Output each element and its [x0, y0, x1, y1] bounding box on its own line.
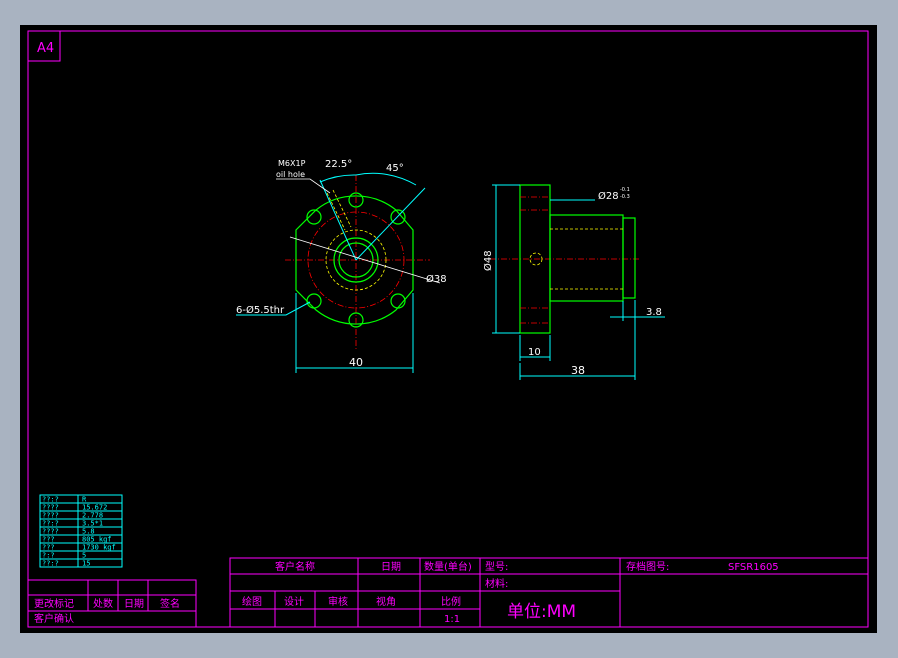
spec-row-label: ??:?	[42, 560, 59, 568]
total-len-label: 38	[571, 364, 585, 377]
spec-row-label: ?:?	[42, 552, 55, 560]
rev-date-label: 日期	[124, 598, 144, 610]
archive-no-value: SFSR1605	[728, 562, 779, 573]
side-body	[549, 214, 624, 302]
spec-row-value: 805 kgf	[82, 536, 112, 544]
spec-table: ??:? R???? 15.672???? 2.778??:? 3.5*1???? 5.8…	[39, 494, 123, 568]
cad-sheet: A4 22.5° 45° M6X1P oil hole Ø38 6-Ø5.5th…	[27, 30, 869, 628]
front-view: 22.5° 45° M6X1P oil hole Ø38 6-Ø5.5thr 4…	[236, 159, 447, 373]
side-view: Ø48 Ø28 -0.1 -0.3 10 38 3.8	[482, 184, 665, 380]
groove-label: 3.8	[646, 307, 662, 318]
angle-arc-22	[319, 174, 357, 183]
spec-row-value: 15	[82, 560, 90, 568]
body-tol-upper: -0.1	[620, 187, 630, 193]
drawn-label: 绘图	[242, 595, 262, 608]
spec-row-value: 2.778	[82, 512, 103, 520]
view-angle-label: 视角	[376, 595, 396, 608]
spec-row-value: 5	[82, 552, 86, 560]
division-label: 处数	[93, 597, 113, 610]
change-mark-label: 更改标记	[34, 597, 74, 610]
scale-label: 比例	[441, 595, 461, 608]
spec-row-value: 15.672	[82, 504, 107, 512]
model-label: 型号:	[485, 560, 508, 573]
spec-rows: ??:? R???? 15.672???? 2.778??:? 3.5*1???? 5.8…	[40, 496, 122, 568]
customer-name-label: 客户名称	[275, 560, 315, 573]
unit-label: 单位:MM	[507, 602, 576, 622]
archive-no-label: 存档图号:	[626, 560, 669, 573]
bolt-hole-lower-left	[306, 293, 322, 309]
angle-22-label: 22.5°	[325, 159, 352, 170]
spec-row-value: R	[82, 496, 87, 504]
body-tol-lower: -0.3	[620, 194, 630, 200]
spec-row-label: ????	[42, 512, 59, 520]
quantity-label: 数量(单台)	[424, 560, 472, 573]
revision-block: 更改标记 处数 日期 签名 客户确认	[27, 579, 197, 628]
flange-thk-label: 10	[528, 347, 541, 358]
customer-confirm-label: 客户确认	[34, 612, 74, 625]
spec-row-label: ??:?	[42, 496, 59, 504]
spec-row-value: 5.8	[82, 528, 95, 536]
holes-label: 6-Ø5.5thr	[236, 304, 285, 316]
angle-ext-45	[355, 187, 426, 261]
angle-arc-45	[355, 172, 417, 186]
oil-hole-line-2	[332, 189, 352, 228]
spec-row-value: 3.5*1	[82, 520, 103, 528]
spec-row-label: ????	[42, 504, 59, 512]
design-label: 设计	[284, 595, 304, 608]
drawing-canvas[interactable]: A4 22.5° 45° M6X1P oil hole Ø38 6-Ø5.5th…	[20, 25, 877, 633]
width-label: 40	[349, 356, 363, 369]
spec-row-label: ??:?	[42, 520, 59, 528]
side-end-groove	[622, 217, 636, 299]
oil-hole-label-1: M6X1P	[278, 159, 306, 168]
flange-dia-label: Ø48	[482, 250, 494, 271]
spec-row-label: ???	[42, 544, 55, 552]
review-label: 审核	[328, 595, 348, 608]
material-label: 材料:	[485, 577, 508, 590]
angle-45-label: 45°	[386, 163, 404, 174]
bolt-circle-dia-label: Ø38	[426, 273, 447, 285]
title-date-label: 日期	[381, 561, 401, 573]
scale-value: 1:1	[444, 614, 460, 625]
oil-hole-label-2: oil hole	[276, 170, 305, 179]
title-block: 客户名称 日期 数量(单台) 型号: 材料: 存档图号: SFSR1605 绘图…	[229, 557, 869, 628]
drawing-border	[27, 30, 869, 628]
sheet-size-label: A4	[37, 41, 54, 56]
spec-row-label: ???	[42, 536, 55, 544]
spec-row-value: 1730 kgf	[82, 544, 116, 552]
spec-row-label: ????	[42, 528, 59, 536]
body-dia-label: Ø28	[598, 190, 619, 202]
sign-label: 签名	[160, 597, 180, 610]
